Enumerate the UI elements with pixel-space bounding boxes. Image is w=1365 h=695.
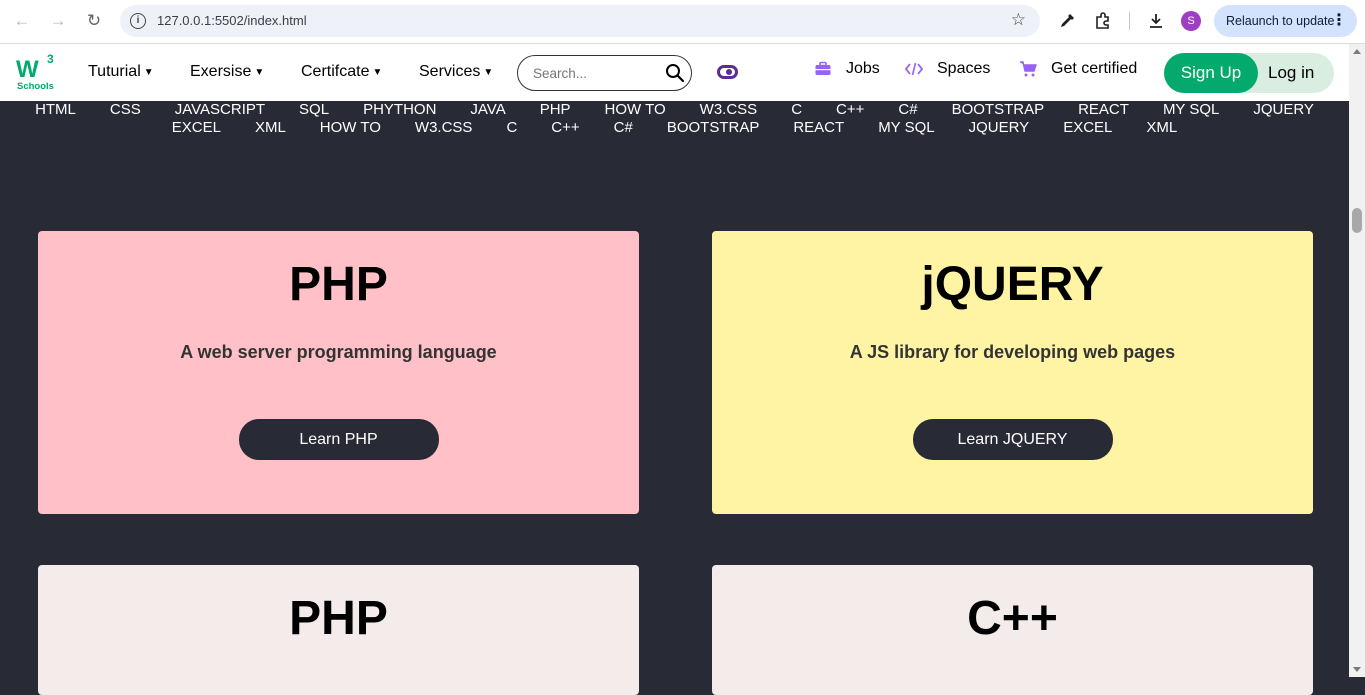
subject-link[interactable]: HTML [35,101,76,119]
subject-link[interactable]: C# [614,119,633,137]
card-title: PHP [289,258,388,311]
subject-link[interactable]: HOW TO [605,101,666,119]
subject-link[interactable]: REACT [793,119,844,137]
menu-label: Tuturial [88,63,141,80]
caret-down-icon: ▼ [483,67,494,78]
relaunch-button[interactable]: Relaunch to update ⋮ [1214,5,1357,37]
menu-exercise[interactable]: Exersise ▼ [190,63,264,81]
get-certified-link[interactable]: Get certified [1019,60,1137,78]
caret-down-icon: ▼ [254,67,265,78]
search-placeholder: Search... [533,66,588,81]
toolbar-divider [1129,12,1130,30]
address-bar[interactable]: i 127.0.0.1:5502/index.html ☆ [120,5,1040,37]
subject-link[interactable]: EXCEL [1063,119,1112,137]
url-text[interactable]: 127.0.0.1:5502/index.html [157,13,307,28]
jobs-label: Jobs [846,60,880,77]
subject-link[interactable]: REACT [1078,101,1129,119]
menu-services[interactable]: Services ▼ [419,63,493,81]
subject-row-2: EXCEL XML HOW TO W3.CSS C C++ C# BOOTSTRAP REACT… [0,119,1349,137]
scroll-thumb[interactable] [1352,208,1362,233]
subject-link[interactable]: EXCEL [172,119,221,137]
card-cpp: C++ [712,565,1313,695]
card-jquery: jQUERY A JS library for developing web p… [712,231,1313,514]
subject-link[interactable]: XML [255,119,286,137]
cart-icon [1020,61,1037,77]
subject-link[interactable]: JQUERY [969,119,1030,137]
search-input[interactable]: Search... [517,55,692,91]
card-title: jQUERY [921,258,1104,311]
subject-link[interactable]: C [506,119,517,137]
code-icon [905,62,923,76]
search-icon[interactable] [665,63,685,83]
caret-down-icon: ▼ [143,67,154,78]
page-scrollbar[interactable] [1349,44,1365,677]
card-php: PHP A web server programming language Le… [38,231,639,514]
site-header: W 3 Schools Tuturial ▼ Exersise ▼ Certifca… [0,44,1349,101]
caret-down-icon: ▼ [372,67,383,78]
toggle-knob [726,69,732,75]
menu-certificate[interactable]: Certifcate ▼ [301,63,382,81]
subject-link[interactable]: MY SQL [878,119,934,137]
more-menu-icon[interactable]: ⋮ [1331,5,1347,37]
forward-icon[interactable]: → [46,9,70,33]
subject-link[interactable]: XML [1146,119,1177,137]
download-icon[interactable] [1144,9,1168,33]
eyedropper-icon[interactable] [1055,9,1079,33]
menu-label: Services [419,63,481,80]
menu-label: Exersise [190,63,252,80]
site-info-icon[interactable]: i [130,13,146,29]
card-description: A JS library for developing web pages [849,342,1176,362]
back-icon[interactable]: ← [10,9,34,33]
spaces-link[interactable]: Spaces [905,60,990,78]
scroll-down-arrow-icon[interactable] [1353,667,1361,672]
briefcase-icon [815,61,831,75]
extensions-icon[interactable] [1091,9,1115,33]
menu-label: Certifcate [301,63,370,80]
browser-toolbar: ← → ↻ i 127.0.0.1:5502/index.html ☆ S Re… [0,0,1365,44]
card-description: A web server programming language [180,342,497,362]
subject-link[interactable]: JAVASCRIPT [175,101,265,119]
card-title: PHP [289,592,388,645]
reload-icon[interactable]: ↻ [82,9,106,33]
subject-link[interactable]: CSS [110,101,141,119]
subject-link[interactable]: HOW TO [320,119,381,137]
get-certified-label: Get certified [1051,60,1138,77]
subject-link[interactable]: C# [898,101,917,119]
jobs-link[interactable]: Jobs [814,60,880,78]
subject-link[interactable]: JQUERY [1253,101,1314,119]
logo-subtitle: Schools [17,81,54,92]
subject-link[interactable]: W3.CSS [415,119,473,137]
relaunch-label: Relaunch to update [1226,14,1335,28]
subject-link[interactable]: PHP [540,101,571,119]
menu-tutorial[interactable]: Tuturial ▼ [88,63,154,81]
card-title: C++ [967,592,1058,645]
subject-link[interactable]: SQL [299,101,329,119]
spaces-label: Spaces [937,60,991,77]
subject-link[interactable]: BOOTSTRAP [667,119,760,137]
subject-link[interactable]: BOOTSTRAP [952,101,1045,119]
subject-link[interactable]: JAVA [470,101,505,119]
w3schools-logo[interactable]: W 3 Schools [14,52,58,92]
subject-link[interactable]: PHYTHON [363,101,436,119]
subject-link[interactable]: C++ [836,101,864,119]
scroll-up-arrow-icon[interactable] [1353,49,1361,54]
theme-toggle[interactable] [717,65,738,79]
subject-link[interactable]: MY SQL [1163,101,1219,119]
learn-jquery-button[interactable]: Learn JQUERY [912,419,1113,460]
logo-superscript: 3 [47,52,54,66]
logo-mark: W [16,56,39,83]
subject-row-1: HTML CSS JAVASCRIPT SQL PHYTHON JAVA PHP HOW TO… [0,101,1349,119]
subject-link[interactable]: W3.CSS [700,101,758,119]
profile-avatar[interactable]: S [1181,11,1201,31]
card-php-2: PHP [38,565,639,695]
subject-link[interactable]: C++ [551,119,579,137]
signup-button[interactable]: Sign Up [1164,53,1258,93]
bookmark-star-icon[interactable]: ☆ [1011,10,1026,30]
subject-link[interactable]: C [791,101,802,119]
learn-php-button[interactable]: Learn PHP [238,419,439,460]
